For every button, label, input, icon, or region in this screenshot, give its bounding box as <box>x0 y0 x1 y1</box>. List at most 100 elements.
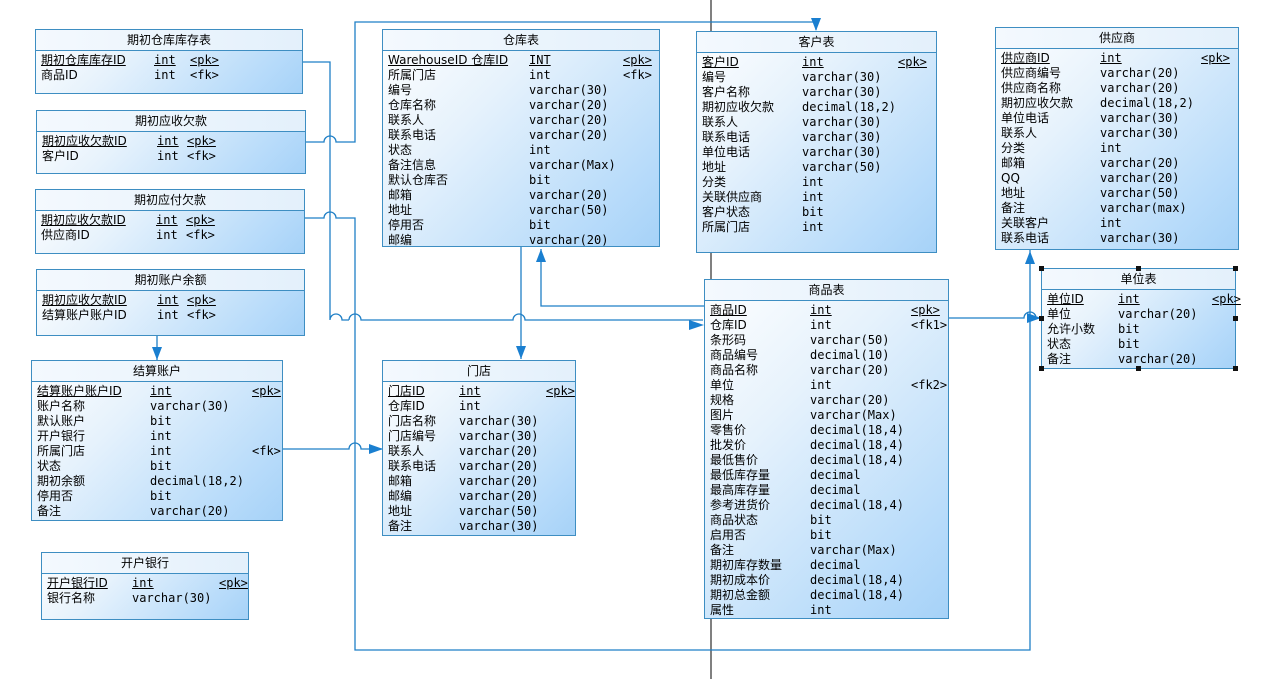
column-row[interactable]: 最低库存量 decimal <box>710 468 943 483</box>
selection-handle[interactable] <box>1233 316 1238 321</box>
column-row[interactable]: 期初应收欠款 decimal(18,2) <box>702 100 931 115</box>
column-row[interactable]: 联系人 varchar(20) <box>388 113 654 128</box>
column-row[interactable]: 期初仓库库存ID int <pk> <box>41 53 297 68</box>
column-row[interactable]: 地址 varchar(50) <box>702 160 931 175</box>
entity-store[interactable]: 门店 门店ID int <pk> 仓库ID int 门店名称 varchar(30) 门店编号 v… <box>382 360 576 536</box>
entity-warehouse[interactable]: 仓库表 WarehouseID 仓库ID INT <pk> 所属门店 int <fk> 编号 v… <box>382 29 660 247</box>
column-row[interactable]: 状态 bit <box>37 459 277 474</box>
entity-product[interactable]: 商品表 商品ID int <pk> 仓库ID int <fk1> 条形码 varchar(50)… <box>704 279 949 619</box>
column-row[interactable]: 客户ID int <fk> <box>42 149 300 164</box>
column-row[interactable]: 零售价 decimal(18,4) <box>710 423 943 438</box>
column-row[interactable]: 图片 varchar(Max) <box>710 408 943 423</box>
column-row[interactable]: 门店编号 varchar(30) <box>388 429 570 444</box>
column-row[interactable]: 期初应收欠款 decimal(18,2) <box>1001 96 1233 111</box>
column-row[interactable]: 地址 varchar(50) <box>388 504 570 519</box>
column-row[interactable]: 供应商编号 varchar(20) <box>1001 66 1233 81</box>
column-row[interactable]: 联系人 varchar(30) <box>1001 126 1233 141</box>
column-row[interactable]: 默认账户 bit <box>37 414 277 429</box>
column-row[interactable]: 联系电话 varchar(30) <box>1001 231 1233 246</box>
column-row[interactable]: 单位电话 varchar(30) <box>1001 111 1233 126</box>
column-row[interactable]: 地址 varchar(50) <box>1001 186 1233 201</box>
column-row[interactable]: 商品状态 bit <box>710 513 943 528</box>
column-row[interactable]: 状态 bit <box>1047 337 1230 352</box>
column-row[interactable]: 分类 int <box>702 175 931 190</box>
column-row[interactable]: 最高库存量 decimal <box>710 483 943 498</box>
column-row[interactable]: 期初应收欠款ID int <pk> <box>42 134 300 149</box>
column-row[interactable]: 供应商名称 varchar(20) <box>1001 81 1233 96</box>
column-row[interactable]: 备注信息 varchar(Max) <box>388 158 654 173</box>
column-row[interactable]: 开户银行ID int <pk> <box>47 576 248 591</box>
rel-settle-store[interactable] <box>283 442 382 450</box>
column-row[interactable]: 分类 int <box>1001 141 1233 156</box>
column-row[interactable]: 门店名称 varchar(30) <box>388 414 570 429</box>
column-row[interactable]: 银行名称 varchar(30) <box>47 591 243 606</box>
column-row[interactable]: 结算账户账户ID int <pk> <box>37 384 281 399</box>
selection-handle[interactable] <box>1136 366 1141 371</box>
column-row[interactable]: 联系人 varchar(30) <box>702 115 931 130</box>
column-row[interactable]: 备注 varchar(30) <box>388 519 570 534</box>
selection-handle[interactable] <box>1233 366 1238 371</box>
column-row[interactable]: 结算账户账户ID int <fk> <box>42 308 299 323</box>
column-row[interactable]: 商品ID int <pk> <box>710 303 943 318</box>
column-row[interactable]: 最低售价 decimal(18,4) <box>710 453 943 468</box>
column-row[interactable]: 账户名称 varchar(30) <box>37 399 277 414</box>
column-row[interactable]: 期初应收欠款ID int <pk> <box>42 293 299 308</box>
column-row[interactable]: QQ varchar(20) <box>1001 171 1233 186</box>
entity-customer[interactable]: 客户表 客户ID int <pk> 编号 varchar(30) 客户名称 varchar(3… <box>696 31 937 253</box>
column-row[interactable]: 商品编号 decimal(10) <box>710 348 943 363</box>
column-row[interactable]: 门店ID int <pk> <box>388 384 575 399</box>
column-row[interactable]: 邮编 varchar(20) <box>388 233 654 248</box>
column-row[interactable]: 期初余额 decimal(18,2) <box>37 474 277 489</box>
column-row[interactable]: 规格 varchar(20) <box>710 393 943 408</box>
column-row[interactable]: 期初库存数量 decimal <box>710 558 943 573</box>
column-row[interactable]: 地址 varchar(50) <box>388 203 654 218</box>
column-row[interactable]: 启用否 bit <box>710 528 943 543</box>
column-row[interactable]: 邮箱 varchar(20) <box>388 474 570 489</box>
column-row[interactable]: 备注 varchar(max) <box>1001 201 1233 216</box>
column-row[interactable]: 商品ID int <fk> <box>41 68 297 83</box>
column-row[interactable]: 仓库名称 varchar(20) <box>388 98 654 113</box>
entity-settle-account[interactable]: 结算账户 结算账户账户ID int <pk> 账户名称 varchar(30) 默认账户 bi… <box>31 360 283 521</box>
column-row[interactable]: 联系电话 varchar(30) <box>702 130 931 145</box>
entity-supplier[interactable]: 供应商 供应商ID int <pk> 供应商编号 varchar(20) 供应商名称 varc… <box>995 27 1239 250</box>
column-row[interactable]: 联系电话 varchar(20) <box>388 459 570 474</box>
column-row[interactable]: 编号 varchar(30) <box>702 70 931 85</box>
column-row[interactable]: 供应商ID int <pk> <box>1001 51 1233 66</box>
column-row[interactable]: 备注 varchar(Max) <box>710 543 943 558</box>
column-row[interactable]: 单位ID int <pk> <box>1047 292 1241 307</box>
entity-bank[interactable]: 开户银行 开户银行ID int <pk> 银行名称 varchar(30) <box>41 552 249 620</box>
column-row[interactable]: 关联供应商 int <box>702 190 931 205</box>
entity-init-balance[interactable]: 期初账户余额 期初应收欠款ID int <pk> 结算账户账户ID int <fk> <box>36 269 305 336</box>
column-row[interactable]: 期初应收欠款ID int <pk> <box>41 213 299 228</box>
column-row[interactable]: 所属门店 int <fk> <box>37 444 281 459</box>
entity-init-stock[interactable]: 期初仓库库存表 期初仓库库存ID int <pk> 商品ID int <fk> <box>35 29 303 94</box>
column-row[interactable]: 备注 varchar(20) <box>37 504 277 519</box>
entity-init-payable[interactable]: 期初应付欠款 期初应收欠款ID int <pk> 供应商ID int <fk> <box>35 189 305 254</box>
column-row[interactable]: 单位 int <fk2> <box>710 378 947 393</box>
column-row[interactable]: 单位电话 varchar(30) <box>702 145 931 160</box>
column-row[interactable]: 联系电话 varchar(20) <box>388 128 654 143</box>
column-row[interactable]: 供应商ID int <fk> <box>41 228 299 243</box>
column-row[interactable]: 仓库ID int <fk1> <box>710 318 947 333</box>
selection-handle[interactable] <box>1039 366 1044 371</box>
column-row[interactable]: 商品名称 varchar(20) <box>710 363 943 378</box>
column-row[interactable]: 客户ID int <pk> <box>702 55 931 70</box>
column-row[interactable]: 关联客户 int <box>1001 216 1233 231</box>
column-row[interactable]: 仓库ID int <box>388 399 570 414</box>
column-row[interactable]: 邮箱 varchar(20) <box>1001 156 1233 171</box>
column-row[interactable]: WarehouseID 仓库ID INT <pk> <box>388 53 654 68</box>
column-row[interactable]: 备注 varchar(20) <box>1047 352 1230 367</box>
column-row[interactable]: 属性 int <box>710 603 943 618</box>
column-row[interactable]: 邮编 varchar(20) <box>388 489 570 504</box>
column-row[interactable]: 邮箱 varchar(20) <box>388 188 654 203</box>
column-row[interactable]: 默认仓库否 bit <box>388 173 654 188</box>
entity-init-receivable[interactable]: 期初应收欠款 期初应收欠款ID int <pk> 客户ID int <fk> <box>36 110 306 174</box>
column-row[interactable]: 期初成本价 decimal(18,4) <box>710 573 943 588</box>
column-row[interactable]: 联系人 varchar(20) <box>388 444 570 459</box>
selection-handle[interactable] <box>1136 266 1141 271</box>
column-row[interactable]: 所属门店 int <fk> <box>388 68 654 83</box>
selection-handle[interactable] <box>1039 266 1044 271</box>
column-row[interactable]: 客户名称 varchar(30) <box>702 85 931 100</box>
rel-product-warehouse[interactable] <box>540 249 705 307</box>
column-row[interactable]: 客户状态 bit <box>702 205 931 220</box>
